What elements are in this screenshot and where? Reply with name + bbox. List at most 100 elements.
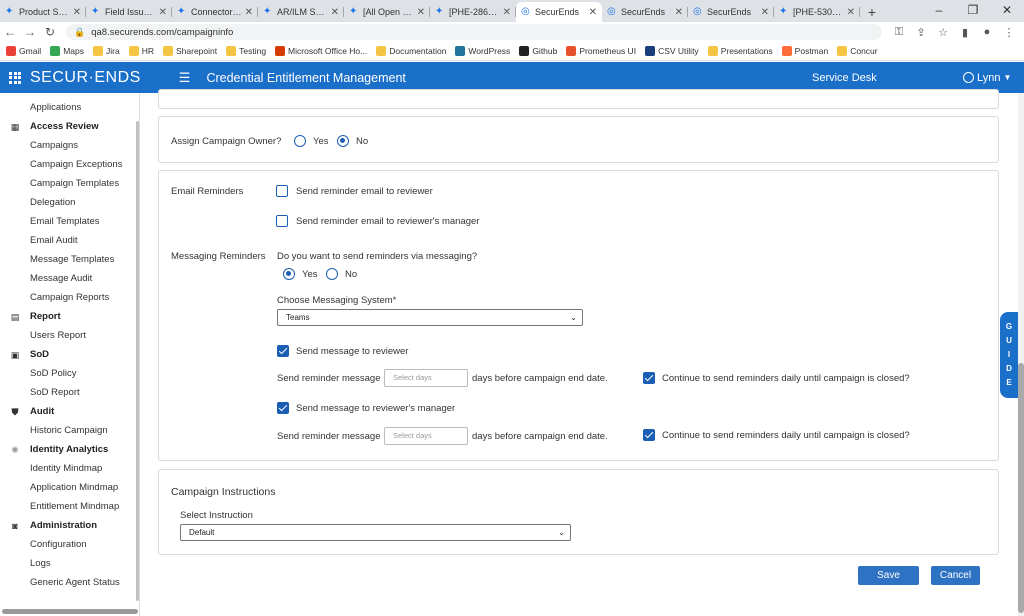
page-scrollbar-thumb[interactable] [1018, 363, 1024, 613]
sidebar-section-administration[interactable]: ◙ Administration [10, 520, 97, 531]
tab-close-icon[interactable]: ✕ [847, 7, 855, 18]
share-icon[interactable]: ⇪ [910, 26, 932, 39]
url-field[interactable]: 🔒 qa8.securends.com/campaigninfo [66, 24, 882, 40]
bookmark-item[interactable]: Prometheus UI [566, 46, 636, 56]
hamburger-menu-icon[interactable]: ☰ [179, 70, 191, 86]
sidebar-item-users-report[interactable]: Users Report [30, 330, 86, 341]
sidebar-item-message-audit[interactable]: Message Audit [30, 273, 92, 284]
bookmark-item[interactable]: Maps [50, 46, 84, 56]
bookmark-item[interactable]: Sharepoint [162, 46, 217, 56]
tab-close-icon[interactable]: ✕ [159, 7, 167, 18]
sidebar-item-campaigns[interactable]: Campaigns [30, 140, 78, 151]
tab-close-icon[interactable]: ✕ [417, 7, 425, 18]
sidebar-section-identity-analytics[interactable]: ✺ Identity Analytics [10, 444, 108, 455]
msg-manager-checkbox[interactable] [277, 402, 289, 414]
bookmark-item[interactable]: Postman [781, 46, 828, 56]
tab-close-icon[interactable]: ✕ [331, 7, 339, 18]
bookmark-item[interactable]: CSV Utility [645, 46, 699, 56]
bookmark-item[interactable]: Concur [837, 46, 878, 56]
manager-continue-checkbox[interactable] [643, 429, 655, 441]
instruction-select[interactable]: Default ⌄ [180, 524, 571, 541]
sidebar-item-email-templates[interactable]: Email Templates [30, 216, 100, 227]
star-icon[interactable]: ☆ [932, 26, 954, 39]
new-tab-button[interactable]: + [860, 2, 884, 22]
tab-close-icon[interactable]: ✕ [245, 7, 253, 18]
browser-tab[interactable]: ✦ [All Open Def ✕ [344, 2, 430, 22]
sidebar-item-campaign-templates[interactable]: Campaign Templates [30, 178, 119, 189]
key-icon[interactable]: ⚿ [888, 26, 910, 39]
sidebar-item-entitlement-mindmap[interactable]: Entitlement Mindmap [30, 501, 119, 512]
back-icon[interactable]: ← [0, 25, 20, 39]
service-desk-link[interactable]: Service Desk [812, 72, 877, 84]
sidebar-item-campaign-exceptions[interactable]: Campaign Exceptions [30, 159, 122, 170]
email-manager-checkbox[interactable] [276, 215, 288, 227]
owner-yes-radio[interactable] [294, 135, 306, 147]
browser-tab[interactable]: ✦ Connectors Sc✕ [172, 2, 258, 22]
sidebar-item-configuration[interactable]: Configuration [30, 539, 87, 550]
sidebar-item-logs[interactable]: Logs [30, 558, 51, 569]
tab-close-icon[interactable]: ✕ [503, 7, 511, 18]
profile-icon[interactable]: ● [976, 26, 998, 38]
sidebar-section-audit[interactable]: ⛊ Audit [10, 406, 55, 417]
tab-close-icon[interactable]: ✕ [589, 7, 597, 18]
msg-reviewer-checkbox[interactable] [277, 345, 289, 357]
sidebar-item-application-mindmap[interactable]: Application Mindmap [30, 482, 118, 493]
reviewer-days-input[interactable]: Select days [384, 369, 468, 387]
sidebar-horizontal-scrollbar[interactable] [2, 609, 138, 614]
sidebar-item-delegation[interactable]: Delegation [30, 197, 75, 208]
bookmark-item[interactable]: Jira [93, 46, 120, 56]
sidebar-item-identity-mindmap[interactable]: Identity Mindmap [30, 463, 102, 474]
browser-tab[interactable]: ✦ AR/ILM Scrum✕ [258, 2, 344, 22]
forward-icon[interactable]: → [20, 25, 40, 39]
minimize-icon[interactable]: – [922, 0, 956, 22]
browser-tab[interactable]: ✦ Field Issues Ka✕ [86, 2, 172, 22]
user-menu[interactable]: Lynn ▼ [963, 72, 1011, 84]
browser-tab[interactable]: ◎ SecurEnds ✕ [602, 2, 688, 22]
bookmark-item[interactable]: Gmail [6, 46, 41, 56]
save-button[interactable]: Save [858, 566, 919, 585]
sidebar-item-sod-report[interactable]: SoD Report [30, 387, 80, 398]
sidebar-section-access-review[interactable]: ▦ Access Review [10, 121, 99, 132]
bookmark-item[interactable]: WordPress [455, 46, 510, 56]
sidebar-item-email-audit[interactable]: Email Audit [30, 235, 78, 246]
sidebar-section-report[interactable]: ▤ Report [10, 311, 61, 322]
tab-close-icon[interactable]: ✕ [73, 7, 81, 18]
reviewer-continue-checkbox[interactable] [643, 372, 655, 384]
sidebar-item-sod-policy[interactable]: SoD Policy [30, 368, 76, 379]
email-reviewer-checkbox[interactable] [276, 185, 288, 197]
sidebar-section-sod[interactable]: ▣ SoD [10, 349, 49, 360]
close-window-icon[interactable]: ✕ [990, 0, 1024, 22]
manager-days-input[interactable]: Select days [384, 427, 468, 445]
sidebar-item-historic-campaign[interactable]: Historic Campaign [30, 425, 108, 436]
cancel-button[interactable]: Cancel [931, 566, 980, 585]
sidebar-item-applications[interactable]: Applications [30, 102, 81, 113]
reload-icon[interactable]: ↻ [40, 25, 60, 39]
bookmark-item[interactable]: Microsoft Office Ho... [275, 46, 367, 56]
tab-close-icon[interactable]: ✕ [675, 7, 683, 18]
bookmark-item[interactable]: Documentation [376, 46, 446, 56]
sidebar-item-campaign-reports[interactable]: Campaign Reports [30, 292, 109, 303]
bookmark-item[interactable]: Github [519, 46, 557, 56]
bookmark-item[interactable]: Testing [226, 46, 266, 56]
menu-dots-icon[interactable]: ⋮ [998, 26, 1020, 39]
apps-grid-icon[interactable] [9, 71, 21, 84]
bookmark-item[interactable]: Presentations [707, 46, 773, 56]
browser-tab[interactable]: ✦ Product Scrum✕ [0, 2, 86, 22]
sidebar-item-message-templates[interactable]: Message Templates [30, 254, 114, 265]
sidebar-item-generic-agent-status[interactable]: Generic Agent Status [30, 577, 120, 588]
owner-no-radio[interactable] [337, 135, 349, 147]
bookmark-item[interactable]: HR [128, 46, 154, 56]
browser-tab[interactable]: ✦ [PHE-5303] Ca✕ [774, 2, 860, 22]
browser-tab[interactable]: ✦ [PHE-2862] De✕ [430, 2, 516, 22]
tab-close-icon[interactable]: ✕ [761, 7, 769, 18]
guide-tab[interactable]: GUIDE [1000, 312, 1018, 398]
messaging-yes-radio[interactable] [283, 268, 295, 280]
browser-tab[interactable]: ◎ SecurEnds ✕ [688, 2, 774, 22]
restore-icon[interactable]: ❐ [956, 0, 990, 22]
messaging-system-select[interactable]: Teams ⌄ [277, 309, 583, 326]
page-scrollbar[interactable] [1018, 93, 1024, 616]
sidebar-scrollbar[interactable] [136, 121, 139, 601]
messaging-no-radio[interactable] [326, 268, 338, 280]
browser-tab[interactable]: ◎ SecurEnds ✕ [516, 2, 602, 22]
sidepanel-icon[interactable]: ▮ [954, 26, 976, 39]
